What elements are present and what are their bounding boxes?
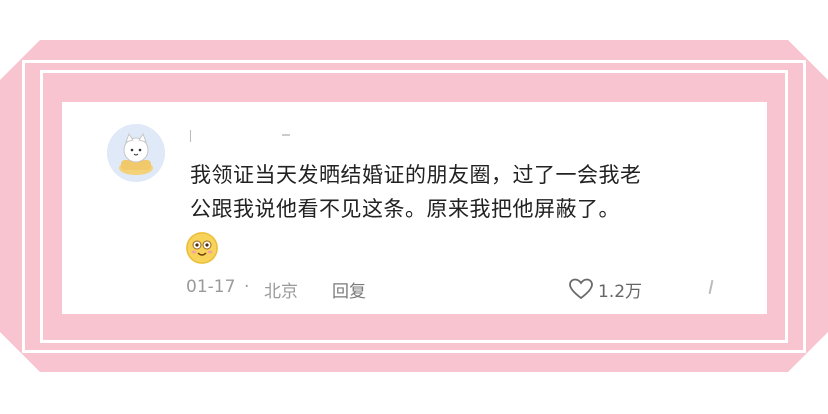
frame-line-bottom-outer: [22, 350, 806, 353]
trailing-mark: [708, 279, 714, 295]
corner-top-left: [0, 40, 40, 80]
comment-card: 我领证当天发晒结婚证的朋友圈，过了一会我老 公跟我说他看不见这条。原来我把他屏蔽…: [62, 102, 767, 314]
corner-bottom-right: [788, 332, 828, 372]
comment-location: 北京: [264, 282, 298, 302]
smiling-emoji-icon: [186, 232, 218, 264]
comment-text: 我领证当天发晒结婚证的朋友圈，过了一会我老 公跟我说他看不见这条。原来我把他屏蔽…: [190, 158, 730, 226]
comment-date: 01-17: [186, 277, 236, 297]
comment-line-1: 我领证当天发晒结婚证的朋友圈，过了一会我老: [190, 163, 642, 187]
user-avatar[interactable]: [107, 124, 165, 182]
heart-outline-icon[interactable]: [568, 278, 594, 300]
reply-button[interactable]: 回复: [332, 277, 366, 302]
frame-line-top-outer: [22, 60, 806, 63]
frame-line-bottom-inner: [40, 340, 788, 343]
frame-line-left-outer: [22, 60, 25, 353]
corner-top-right: [788, 40, 828, 80]
comment-line-2: 公跟我说他看不见这条。原来我把他屏蔽了。: [190, 197, 620, 221]
corner-bottom-left: [0, 332, 40, 372]
frame-line-right-inner: [785, 70, 788, 343]
frame-line-left-inner: [40, 70, 43, 343]
frame-line-top-inner: [40, 70, 788, 73]
like-count: 1.2万: [598, 282, 643, 302]
meta-separator: ·: [244, 277, 250, 297]
frame-line-right-outer: [803, 60, 806, 353]
cartoon-cat-avatar-icon: [107, 124, 165, 182]
